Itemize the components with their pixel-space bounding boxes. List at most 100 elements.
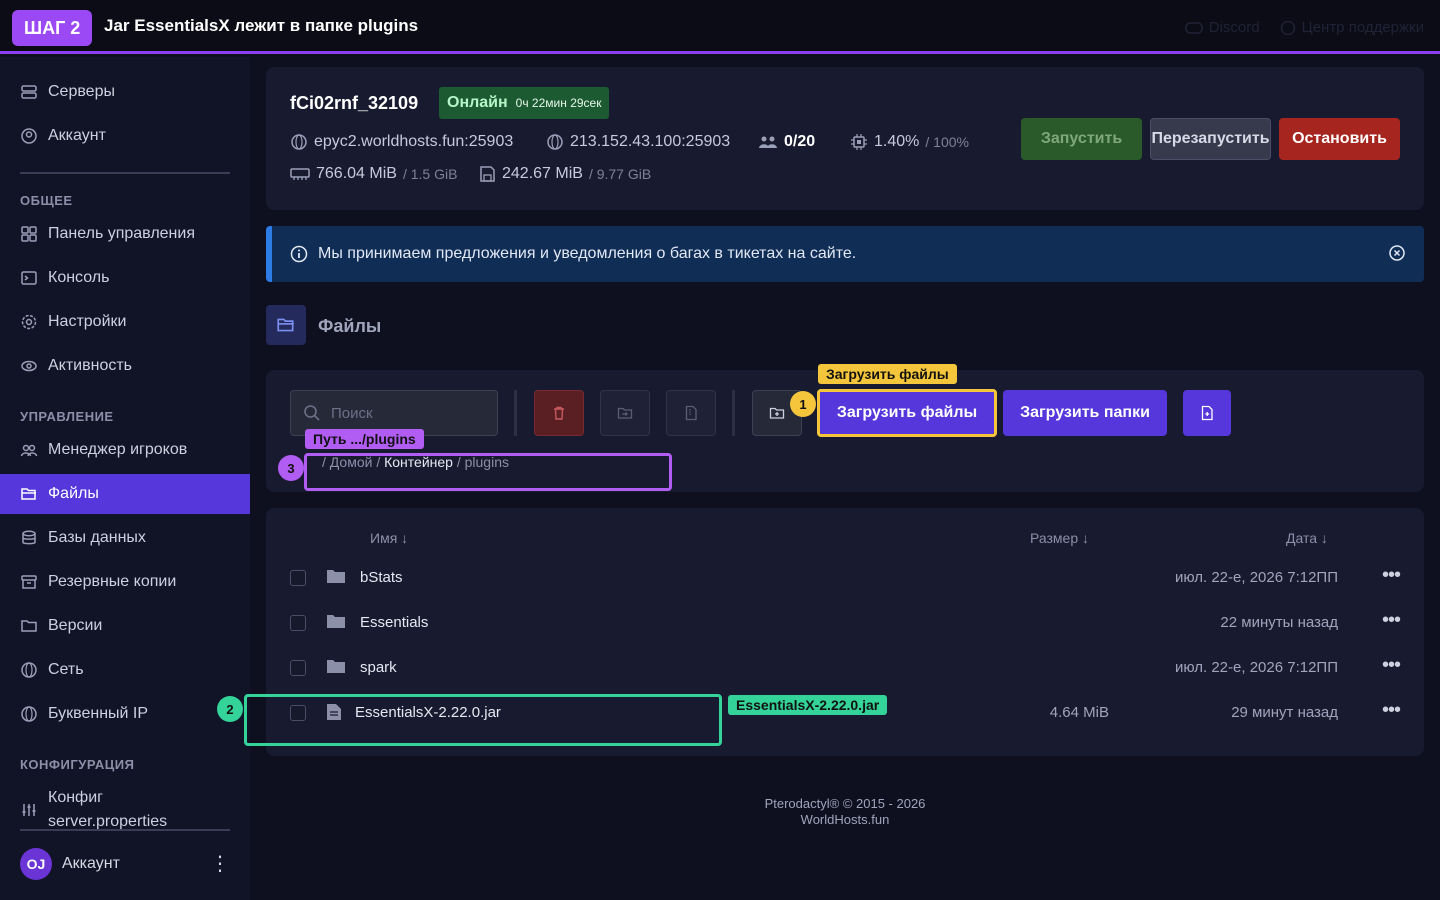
- restart-button[interactable]: Перезапустить: [1150, 118, 1271, 160]
- footer-site: WorldHosts.fun: [800, 812, 890, 827]
- annotation-box-upload: [817, 389, 997, 437]
- account-menu[interactable]: OJ Аккаунт ⋮: [20, 848, 230, 880]
- file-plus-icon: [1201, 405, 1213, 421]
- sidebar-item-backups[interactable]: Резервные копии: [0, 562, 250, 602]
- sidebar-item-label: Резервные копии: [48, 573, 177, 590]
- server-address[interactable]: epyc2.worldhosts.fun:25903: [290, 133, 513, 151]
- row-checkbox[interactable]: [290, 615, 306, 631]
- file-name: spark: [360, 659, 397, 676]
- users-icon: [20, 441, 38, 459]
- globe-icon: [20, 661, 38, 679]
- sidebar-item-servers[interactable]: Серверы: [0, 72, 250, 112]
- sidebar-item-network[interactable]: Сеть: [0, 650, 250, 690]
- start-button[interactable]: Запустить: [1021, 118, 1142, 160]
- new-file-button[interactable]: [1183, 390, 1231, 436]
- folder-icon: [327, 615, 345, 628]
- folder-icon: [327, 570, 345, 583]
- status-label: Онлайн: [447, 94, 508, 111]
- users-icon: [759, 136, 777, 148]
- delete-button[interactable]: [534, 390, 584, 436]
- close-icon[interactable]: [1388, 244, 1406, 262]
- support-link[interactable]: Центр поддержки: [1280, 19, 1424, 36]
- help-icon: [1280, 20, 1295, 35]
- discord-link[interactable]: Discord: [1184, 19, 1260, 36]
- cpu-usage: 1.40% / 100%: [850, 133, 969, 151]
- top-links: Discord Центр поддержки: [1184, 19, 1424, 36]
- stop-button[interactable]: Остановить: [1279, 118, 1400, 160]
- row-checkbox[interactable]: [290, 570, 306, 586]
- disk-text: 242.67 MiB: [502, 165, 583, 182]
- server-icon: [20, 83, 38, 101]
- file-size: 4.64 MiB: [1049, 704, 1109, 721]
- row-checkbox[interactable]: [290, 660, 306, 676]
- memory-text: 766.04 MiB: [316, 165, 397, 182]
- annotation-number-1: 1: [790, 391, 816, 417]
- more-icon[interactable]: •••: [1382, 699, 1401, 722]
- sidebar-item-label: Панель управления: [48, 225, 195, 242]
- discord-icon: [1184, 21, 1203, 34]
- upload-folders-button[interactable]: Загрузить папки: [1003, 390, 1167, 436]
- support-label: Центр поддержки: [1301, 19, 1424, 36]
- database-icon: [20, 529, 38, 547]
- disk-usage: 242.67 MiB / 9.77 GiB: [478, 165, 651, 183]
- sidebar-item-settings[interactable]: Настройки: [0, 302, 250, 342]
- sidebar-item-letter-ip[interactable]: Буквенный IP: [0, 694, 250, 734]
- kebab-menu-icon[interactable]: ⋮: [210, 854, 230, 874]
- sidebar-item-files[interactable]: Файлы: [0, 474, 250, 514]
- globe-icon: [291, 134, 307, 150]
- file-row[interactable]: Essentials 22 минуты назад •••: [266, 601, 1424, 646]
- more-icon[interactable]: •••: [1382, 609, 1401, 632]
- server-ip[interactable]: 213.152.43.100:25903: [546, 133, 730, 151]
- more-icon[interactable]: •••: [1382, 564, 1401, 587]
- annotation-number-2: 2: [217, 696, 243, 722]
- folder-icon: [327, 660, 345, 673]
- toolbar-divider: [514, 390, 517, 436]
- sidebar-item-server-properties[interactable]: Конфиг server.properties: [0, 786, 250, 834]
- globe-icon: [20, 705, 38, 723]
- file-zip-icon: [685, 405, 697, 421]
- sidebar-item-label: Буквенный IP: [48, 705, 149, 722]
- sidebar-item-console[interactable]: Консоль: [0, 258, 250, 298]
- memory-limit: / 1.5 GiB: [402, 166, 458, 182]
- folder-plus-icon: [769, 407, 785, 419]
- step-title: Jar EssentialsX лежит в папке plugins: [104, 16, 419, 35]
- step-badge: ШАГ 2: [12, 10, 93, 46]
- globe-icon: [547, 134, 563, 150]
- sidebar-divider: [20, 829, 230, 831]
- step-banner: ШАГ 2 Jar EssentialsX лежит в папке plug…: [0, 0, 1440, 54]
- file-row[interactable]: bStats июл. 22-е, 2026 7:12ПП •••: [266, 556, 1424, 601]
- column-header-date[interactable]: Дата ↓: [1286, 530, 1328, 546]
- sidebar-item-databases[interactable]: Базы данных: [0, 518, 250, 558]
- account-name: Аккаунт: [62, 855, 120, 872]
- folder-open-icon: [20, 485, 38, 503]
- sidebar-item-dashboard[interactable]: Панель управления: [0, 214, 250, 254]
- sidebar-item-label: Аккаунт: [48, 127, 106, 144]
- more-icon[interactable]: •••: [1382, 654, 1401, 677]
- annotation-number-3: 3: [278, 455, 304, 481]
- file-row[interactable]: spark июл. 22-е, 2026 7:12ПП •••: [266, 646, 1424, 691]
- sidebar-item-label: Базы данных: [48, 529, 146, 546]
- section-manage-label: УПРАВЛЕНИЕ: [20, 409, 114, 424]
- sidebar-item-label: Файлы: [48, 485, 99, 502]
- sidebar-item-account[interactable]: Аккаунт: [0, 116, 250, 156]
- gear-icon: [20, 313, 38, 331]
- search-placeholder: Поиск: [331, 404, 373, 422]
- file-name: Essentials: [360, 614, 429, 631]
- sidebar-item-label: Серверы: [48, 83, 115, 100]
- cpu-text: 1.40%: [874, 133, 920, 150]
- uptime: 0ч 22мин 29сек: [515, 96, 602, 110]
- file-date: июл. 22-е, 2026 7:12ПП: [1174, 569, 1338, 586]
- memory-icon: [290, 168, 310, 180]
- move-button[interactable]: [600, 390, 650, 436]
- sidebar-item-versions[interactable]: Версии: [0, 606, 250, 646]
- sidebar-divider: [20, 172, 230, 174]
- sidebar-item-activity[interactable]: Активность: [0, 346, 250, 386]
- server-name: fCi02rnf_32109: [290, 93, 419, 113]
- column-header-name[interactable]: Имя ↓: [370, 530, 408, 546]
- sidebar-item-players[interactable]: Менеджер игроков: [0, 430, 250, 470]
- section-general-label: ОБЩЕЕ: [20, 193, 73, 208]
- eye-icon: [20, 357, 38, 375]
- file-date: 29 минут назад: [1231, 704, 1338, 721]
- column-header-size[interactable]: Размер ↓: [1030, 530, 1089, 546]
- archive-button[interactable]: [666, 390, 716, 436]
